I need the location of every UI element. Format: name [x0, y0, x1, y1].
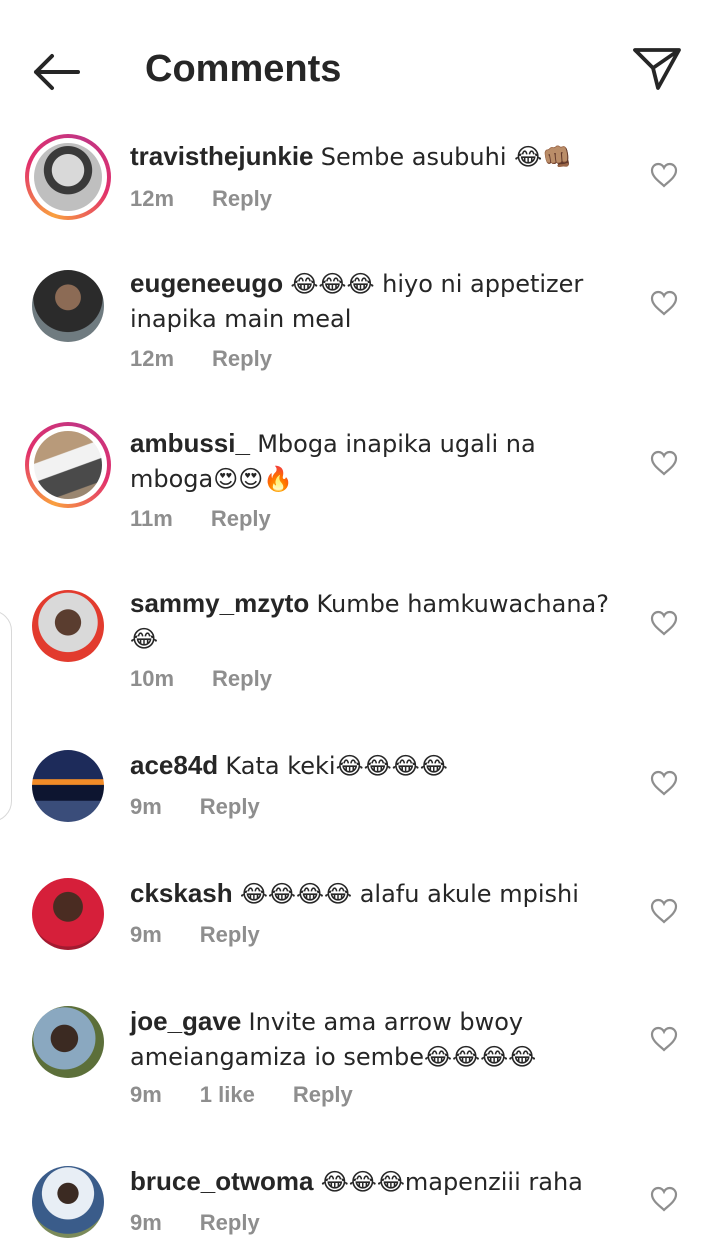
heart-outline-icon[interactable] — [650, 898, 678, 924]
comment-username[interactable]: ambussi_ — [130, 428, 250, 458]
comment-username[interactable]: ckskash — [130, 878, 233, 908]
comment-username[interactable]: sammy_mzyto — [130, 588, 309, 618]
back-arrow-icon[interactable] — [30, 48, 82, 96]
avatar[interactable] — [25, 134, 111, 220]
avatar[interactable] — [25, 750, 111, 836]
comment-username[interactable]: joe_gave — [130, 1006, 241, 1036]
reply-button[interactable]: Reply — [200, 922, 260, 947]
heart-outline-icon[interactable] — [650, 450, 678, 476]
avatar[interactable] — [25, 422, 111, 508]
reply-button[interactable]: Reply — [200, 1210, 260, 1235]
reply-button[interactable]: Reply — [212, 346, 272, 371]
comment-username[interactable]: eugeneeugo — [130, 268, 283, 298]
reply-button[interactable]: Reply — [211, 506, 271, 531]
avatar[interactable] — [25, 1166, 111, 1252]
scroll-edge-panel — [0, 610, 12, 822]
reply-button[interactable]: Reply — [293, 1082, 353, 1107]
heart-outline-icon[interactable] — [650, 1026, 678, 1052]
avatar[interactable] — [25, 878, 111, 964]
reply-button[interactable]: Reply — [212, 666, 272, 691]
comment-text: Sembe asubuhi 😂👊🏽 — [320, 143, 573, 171]
comment-time: 10m — [130, 666, 175, 691]
comment-text: 😂😂😂😂 alafu akule mpishi — [239, 880, 579, 908]
heart-outline-icon[interactable] — [650, 290, 678, 316]
comment-time: 9m — [130, 794, 162, 819]
heart-outline-icon[interactable] — [650, 1186, 678, 1212]
avatar[interactable] — [25, 270, 111, 356]
comment-like-count[interactable]: 1 like — [200, 1082, 255, 1107]
comment-time: 11m — [130, 506, 173, 531]
comment-time: 12m — [130, 186, 175, 211]
avatar[interactable] — [25, 590, 111, 676]
comment-time: 12m — [130, 346, 175, 371]
avatar[interactable] — [25, 1006, 111, 1092]
heart-outline-icon[interactable] — [650, 770, 678, 796]
comment-username[interactable]: bruce_otwoma — [130, 1166, 314, 1196]
comment-username[interactable]: travisthejunkie — [130, 141, 314, 171]
header: Comments — [0, 0, 720, 130]
comment-text: 😂😂😂mapenziii raha — [320, 1168, 583, 1196]
comment-username[interactable]: ace84d — [130, 750, 218, 780]
page-title: Comments — [145, 48, 342, 90]
comment-time: 9m — [130, 1210, 162, 1235]
reply-button[interactable]: Reply — [200, 794, 260, 819]
heart-outline-icon[interactable] — [650, 162, 678, 188]
comment-text: Kata keki😂😂😂😂 — [225, 752, 448, 780]
comment-time: 9m — [130, 1082, 162, 1107]
heart-outline-icon[interactable] — [650, 610, 678, 636]
reply-button[interactable]: Reply — [212, 186, 272, 211]
comment-time: 9m — [130, 922, 162, 947]
paper-plane-icon[interactable] — [630, 42, 684, 96]
